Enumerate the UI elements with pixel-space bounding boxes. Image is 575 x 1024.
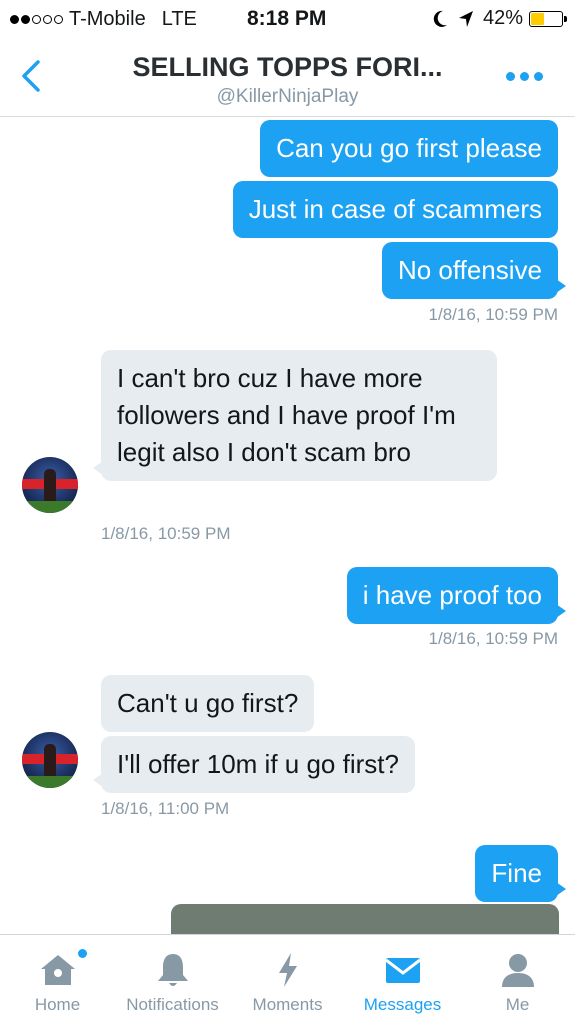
lightning-icon [278, 953, 297, 987]
more-options-icon[interactable] [506, 72, 543, 81]
do-not-disturb-icon [433, 10, 447, 27]
home-icon [40, 955, 75, 985]
network-type: LTE [161, 8, 197, 30]
message-bubble-sent[interactable]: i have proof too [346, 567, 567, 624]
message-bubble-received[interactable]: I'll offer 10m if u go first? [93, 736, 415, 793]
tab-label: Home [34, 995, 81, 1014]
notification-dot [78, 949, 87, 958]
tab-label: Notifications [126, 995, 219, 1014]
tab-messages[interactable]: Messages [345, 935, 460, 1024]
avatar[interactable] [22, 732, 78, 788]
location-arrow-icon [458, 10, 473, 27]
tab-label: Moments [252, 995, 323, 1014]
message-timestamp: 1/8/16, 10:59 PM [428, 629, 558, 648]
avatar[interactable] [22, 457, 78, 513]
battery-icon [529, 10, 567, 27]
clock: 8:18 PM [247, 7, 327, 30]
conversation-header: SELLING TOPPS FORI... @KillerNinjaPlay [0, 40, 575, 117]
battery-level [531, 12, 545, 25]
conversation-handle: @KillerNinjaPlay [216, 86, 359, 107]
status-bar: T-Mobile LTE 8:18 PM 42% [0, 0, 575, 40]
message-timestamp: 1/8/16, 10:59 PM [428, 305, 558, 324]
message-bubble-sent[interactable]: No offensive [381, 242, 567, 299]
tab-notifications[interactable]: Notifications [115, 935, 230, 1024]
signal-carrier: T-Mobile LTE [10, 8, 197, 31]
message-bubble-received[interactable]: I can't bro cuz I have more followers an… [93, 350, 497, 481]
person-icon [501, 954, 534, 987]
message-bubble-sent[interactable]: Can you go first please [260, 120, 558, 177]
bell-icon [157, 954, 188, 986]
tab-label: Me [505, 995, 530, 1014]
battery-percent: 42% [482, 7, 523, 29]
carrier-name: T-Mobile [69, 8, 146, 30]
tab-label: Messages [363, 995, 442, 1014]
message-bubble-received[interactable]: Can't u go first? [101, 675, 315, 732]
message-bubble-sent[interactable]: Fine [475, 845, 566, 902]
tab-me[interactable]: Me [460, 935, 575, 1024]
message-timestamp: 1/8/16, 11:00 PM [101, 799, 230, 818]
message-bubble-sent[interactable]: Just in case of scammers [232, 181, 558, 238]
envelope-icon [384, 958, 421, 983]
signal-strength-icon [10, 15, 63, 24]
tab-bar: Home Notifications Moments Messages Me [0, 934, 575, 1024]
status-right: 42% [431, 7, 567, 30]
message-timestamp: 1/8/16, 10:59 PM [101, 524, 231, 543]
tab-moments[interactable]: Moments [230, 935, 345, 1024]
conversation-title: SELLING TOPPS FORI... [132, 52, 443, 82]
tab-home[interactable]: Home [0, 935, 115, 1024]
